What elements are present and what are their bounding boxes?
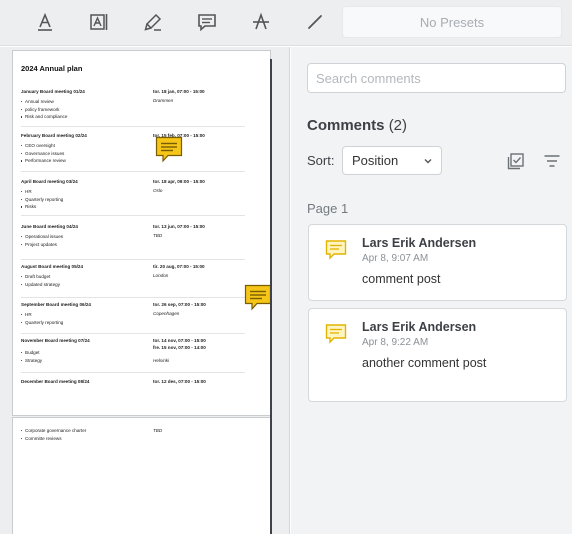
row-divider xyxy=(21,259,245,260)
search-comments-input[interactable] xyxy=(307,63,566,93)
meeting-date: tor. 13 jun, 07:00 - 15:00 xyxy=(153,224,205,229)
meeting-agenda: Corporate governance charter Committe re… xyxy=(21,427,86,442)
agenda-item: Governance issues xyxy=(21,150,66,158)
agenda-item: HR xyxy=(21,311,63,319)
meeting-date: tor. 26 sep, 07:00 - 15:00 xyxy=(153,302,206,307)
meeting-agenda: HR Quarterly reporting xyxy=(21,311,63,326)
filter-icon[interactable] xyxy=(541,150,563,172)
agenda-item: Committe reviews xyxy=(21,435,86,443)
agenda-item: Risk and compliance xyxy=(21,113,67,121)
comments-title: Comments xyxy=(307,117,385,134)
meeting-name: April Board meeting 03/24 xyxy=(21,179,78,184)
sort-value: Position xyxy=(352,153,399,168)
meeting-agenda: CEO oversight Governance issues Performa… xyxy=(21,142,66,165)
agenda-item: Budget xyxy=(21,349,42,357)
strikeout-icon[interactable] xyxy=(247,8,275,36)
row-divider xyxy=(21,333,245,334)
agenda-item: Quarterly reporting xyxy=(21,319,63,327)
comment-icon xyxy=(325,240,347,260)
comment-icon xyxy=(325,324,347,344)
comment-marker-icon[interactable] xyxy=(155,136,183,164)
meeting-name: November Board meeting 07/24 xyxy=(21,338,90,343)
agenda-item: Risks xyxy=(21,203,63,211)
comment-timestamp: Apr 8, 9:07 AM xyxy=(362,253,429,264)
meeting-agenda: Annual review policy framework Risk and … xyxy=(21,98,67,121)
agenda-item: HR xyxy=(21,188,63,196)
comment-marker-icon[interactable] xyxy=(244,284,272,312)
meeting-name: December Board meeting 08/24 xyxy=(21,379,90,384)
document-viewer[interactable]: 2024 Annual plan January Board meeting 0… xyxy=(0,47,290,534)
document-title: 2024 Annual plan xyxy=(21,64,83,73)
meeting-location: TBD xyxy=(153,428,163,433)
line-icon[interactable] xyxy=(301,8,329,36)
comments-panel: Comments (2) Sort: Position Page 1 Lars … xyxy=(291,47,572,534)
page-group-label: Page 1 xyxy=(307,201,349,216)
meeting-location: TBD xyxy=(153,233,163,238)
comments-heading: Comments (2) xyxy=(307,117,407,134)
meeting-date: tor. 18 apr, 09:00 - 15:00 xyxy=(153,179,205,184)
comment-icon[interactable] xyxy=(193,8,221,36)
agenda-item: policy framework xyxy=(21,106,67,114)
meeting-name: February Board meeting 02/24 xyxy=(21,133,87,138)
comment-author: Lars Erik Andersen xyxy=(362,320,477,334)
meeting-agenda: Budget Strategy xyxy=(21,349,42,364)
agenda-item: CEO oversight xyxy=(21,142,66,150)
presets-dropdown[interactable]: No Presets xyxy=(342,6,562,38)
meeting-agenda: HR Quarterly reporting Risks xyxy=(21,188,63,211)
comment-card[interactable]: Lars Erik Andersen Apr 8, 9:07 AM commen… xyxy=(308,224,567,301)
agenda-item: Annual review xyxy=(21,98,67,106)
comment-author: Lars Erik Andersen xyxy=(362,236,477,250)
chevron-down-icon xyxy=(424,159,432,164)
agenda-item: Operational issues xyxy=(21,233,63,241)
comment-text: comment post xyxy=(362,272,441,286)
meeting-date: tor. 14 nov, 07:00 - 15:00 fre. 15 nov, … xyxy=(153,338,206,350)
row-divider xyxy=(21,171,245,172)
highlighter-icon[interactable] xyxy=(139,8,167,36)
meeting-agenda: Operational issues Project updates xyxy=(21,233,63,248)
meeting-name: August Board meeting 05/24 xyxy=(21,264,84,269)
agenda-item: Quarterly reporting xyxy=(21,196,63,204)
annotation-toolbar: No Presets xyxy=(0,0,572,46)
meeting-location: Copenhagen xyxy=(153,311,180,316)
row-divider xyxy=(21,372,245,373)
sort-label: Sort: xyxy=(307,153,335,168)
agenda-item: Draft budget xyxy=(21,273,60,281)
meeting-name: January Board meeting 01/24 xyxy=(21,89,85,94)
meeting-location: Helsinki xyxy=(153,358,170,363)
meeting-location: Drammen xyxy=(153,98,174,103)
comments-count: (2) xyxy=(388,117,408,134)
agenda-item: Corporate governance charter xyxy=(21,427,86,435)
meeting-name: June Board meeting 04/24 xyxy=(21,224,78,229)
meeting-date: tir. 20 aug, 07:00 - 15:00 xyxy=(153,264,205,269)
agenda-item: Strategy xyxy=(21,357,42,365)
multi-select-icon[interactable] xyxy=(505,150,527,172)
agenda-item: Project updates xyxy=(21,241,63,249)
comment-text: another comment post xyxy=(362,356,487,370)
row-divider xyxy=(21,297,245,298)
comment-card[interactable]: Lars Erik Andersen Apr 8, 9:22 AM anothe… xyxy=(308,308,567,402)
comment-timestamp: Apr 8, 9:22 AM xyxy=(362,337,429,348)
row-divider xyxy=(21,215,245,216)
document-scrollbar[interactable] xyxy=(270,59,272,534)
meeting-agenda: Draft budget Updated strategy xyxy=(21,273,60,288)
meeting-date: tor. 18 jan, 07:00 - 15:00 xyxy=(153,89,205,94)
agenda-item: Updated strategy xyxy=(21,281,60,289)
meeting-date: tor. 12 des, 07:00 - 15:00 xyxy=(153,379,206,384)
meeting-location: London xyxy=(153,273,169,278)
meeting-name: September Board meeting 06/24 xyxy=(21,302,91,307)
meeting-location: Oslo xyxy=(153,188,163,193)
row-divider xyxy=(21,126,245,127)
sort-select[interactable]: Position xyxy=(342,146,442,175)
agenda-item: Performance review xyxy=(21,157,66,165)
free-text-icon[interactable] xyxy=(85,8,113,36)
text-color-icon[interactable] xyxy=(31,8,59,36)
